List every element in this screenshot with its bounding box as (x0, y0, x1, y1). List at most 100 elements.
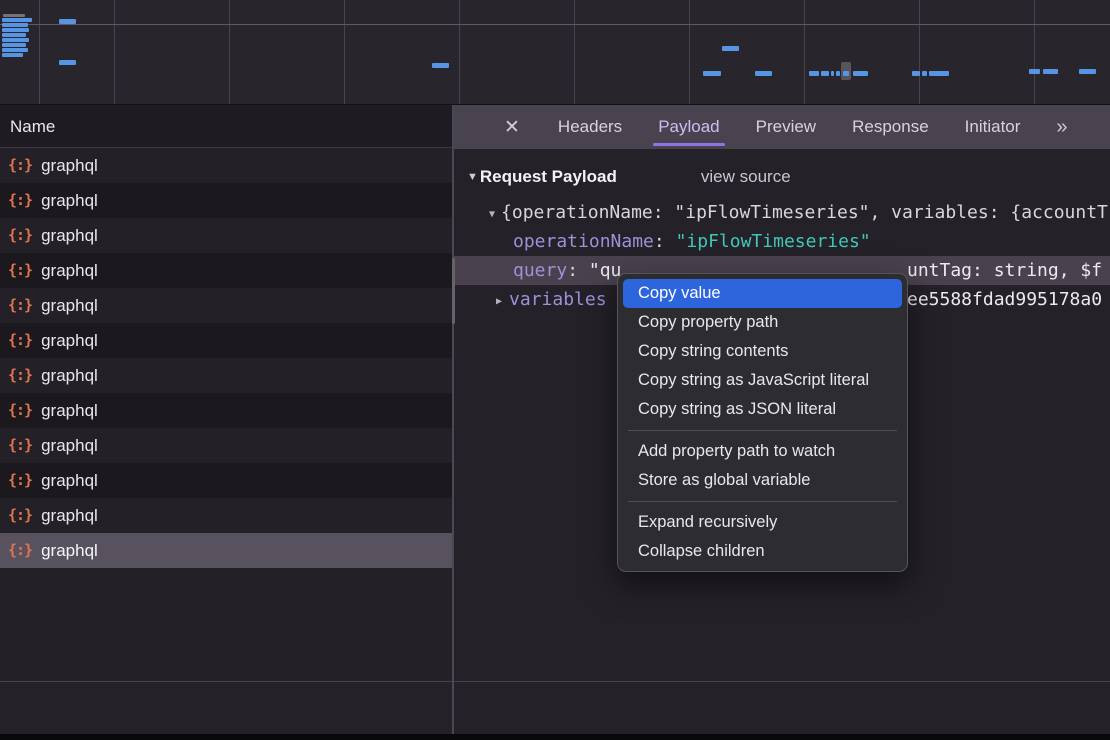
json-request-icon: {:} (8, 366, 32, 384)
menu-separator (628, 430, 897, 431)
request-name: graphql (41, 261, 98, 281)
name-column-header[interactable]: Name (0, 105, 452, 148)
request-name: graphql (41, 366, 98, 386)
more-tabs-chevron-icon[interactable]: » (1056, 116, 1065, 139)
request-bar (912, 71, 920, 76)
requests-name-column: Name {:}graphql{:}graphql{:}graphql{:}gr… (0, 105, 452, 681)
network-overview-minimap[interactable] (0, 0, 1110, 105)
request-payload-section-header[interactable]: ▼ Request Payload view source (454, 162, 1110, 192)
tab-headers[interactable]: Headers (558, 105, 622, 149)
key-separator: : (654, 231, 676, 252)
request-row[interactable]: {:} graphql (0, 218, 452, 253)
property-value-right-fragment: untTag: string, $f (907, 256, 1102, 285)
context-menu-item[interactable]: Copy string as JavaScript literal (623, 366, 902, 395)
request-bar (1079, 69, 1096, 74)
scrollbar-thumb[interactable] (452, 258, 455, 324)
property-key: variables (509, 289, 607, 310)
json-request-icon: {:} (8, 296, 32, 314)
disclosure-triangle-icon[interactable]: ▼ (467, 171, 478, 183)
request-bar (2, 38, 29, 42)
section-title: Request Payload (480, 167, 617, 187)
request-row[interactable]: {:}graphql (0, 393, 452, 428)
tab-initiator[interactable]: Initiator (965, 105, 1021, 149)
request-list: {:} graphql {:} graphql {:} graphql {:} graphql… (0, 148, 452, 568)
context-menu-item[interactable]: Expand recursively (623, 508, 902, 537)
request-bar (3, 14, 25, 17)
request-bar (2, 18, 32, 22)
request-row[interactable]: {:} graphql (0, 358, 452, 393)
request-row[interactable]: {:} graphql (0, 148, 452, 183)
request-bar (59, 60, 76, 65)
overview-gridline (0, 24, 1110, 25)
request-row[interactable]: {:} graphql (0, 323, 452, 358)
request-bar (1043, 69, 1058, 74)
request-bar (831, 71, 834, 76)
summary-bar (0, 682, 1110, 734)
request-bar (703, 71, 721, 76)
request-row[interactable]: {:}graphql (0, 463, 452, 498)
request-bar (2, 43, 26, 47)
request-name: graphql (41, 156, 98, 176)
json-request-icon: {:} (8, 436, 32, 454)
payload-root-row[interactable]: ▼ {operationName: "ipFlowTimeseries", var… (454, 199, 1110, 227)
request-bar (853, 71, 868, 76)
context-menu-item[interactable]: Add property path to watch (623, 437, 902, 466)
property-value-right-fragment: ee5588fdad995178a0 (907, 285, 1102, 314)
request-bar (59, 19, 76, 24)
request-bar (432, 63, 449, 68)
disclosure-triangle-icon[interactable]: ▼ (489, 209, 495, 220)
payload-root-preview: {operationName: "ipFlowTimeseries", vari… (501, 202, 1108, 223)
json-request-icon: {:} (8, 541, 32, 559)
request-name: graphql (41, 226, 98, 246)
request-bar (755, 71, 772, 76)
devtools-network-panel: Name {:}graphql{:}graphql{:}graphql{:}gr… (0, 0, 1110, 740)
json-request-icon: {:} (8, 226, 32, 244)
payload-row-operationname[interactable]: operationName: "ipFlowTimeseries" (454, 227, 1110, 256)
detail-tabbar: ✕ Headers Payload Preview Response Initiator… (454, 105, 1110, 149)
json-request-icon: {:} (8, 331, 32, 349)
json-request-icon: {:} (8, 506, 32, 524)
view-source-link[interactable]: view source (701, 167, 791, 187)
request-bar (722, 46, 739, 51)
request-name: graphql (41, 401, 98, 421)
property-value-string: "ipFlowTimeseries" (676, 231, 871, 252)
json-request-icon: {:} (8, 261, 32, 279)
request-row[interactable]: {:} graphql (0, 533, 452, 568)
request-name: graphql (41, 436, 98, 456)
tab-response[interactable]: Response (852, 105, 929, 149)
request-row[interactable]: {:}graphql (0, 288, 452, 323)
property-value-left-fragment: "qu (589, 260, 622, 281)
disclosure-triangle-icon[interactable]: ▶ (496, 296, 502, 307)
context-menu-item[interactable]: Copy value (623, 279, 902, 308)
request-row[interactable]: {:} graphql (0, 253, 452, 288)
context-menu-item[interactable]: Store as global variable (623, 466, 902, 495)
json-request-icon: {:} (8, 191, 32, 209)
request-bar (809, 71, 819, 76)
request-bar (2, 53, 23, 57)
request-name: graphql (41, 541, 98, 561)
request-row[interactable]: {:} graphql (0, 498, 452, 533)
request-bar (922, 71, 927, 76)
context-menu-item[interactable]: Copy string as JSON literal (623, 395, 902, 424)
tab-preview[interactable]: Preview (756, 105, 816, 149)
context-menu-item[interactable]: Collapse children (623, 537, 902, 566)
request-bar (2, 28, 29, 32)
tab-payload[interactable]: Payload (658, 105, 719, 149)
request-bar (836, 71, 840, 76)
json-request-icon: {:} (8, 471, 32, 489)
property-key: query (513, 260, 567, 281)
context-menu-item[interactable]: Copy string contents (623, 337, 902, 366)
request-bar (843, 71, 849, 76)
close-icon[interactable]: ✕ (504, 116, 520, 139)
menu-separator (628, 501, 897, 502)
json-request-icon: {:} (8, 156, 32, 174)
request-name: graphql (41, 331, 98, 351)
request-name: graphql (41, 506, 98, 526)
panel-divider[interactable] (452, 105, 454, 734)
request-name: graphql (41, 191, 98, 211)
request-row[interactable]: {:} graphql (0, 428, 452, 463)
bottom-edge (0, 734, 1110, 740)
context-menu-item[interactable]: Copy property path (623, 308, 902, 337)
request-row[interactable]: {:} graphql (0, 183, 452, 218)
request-bar (929, 71, 949, 76)
